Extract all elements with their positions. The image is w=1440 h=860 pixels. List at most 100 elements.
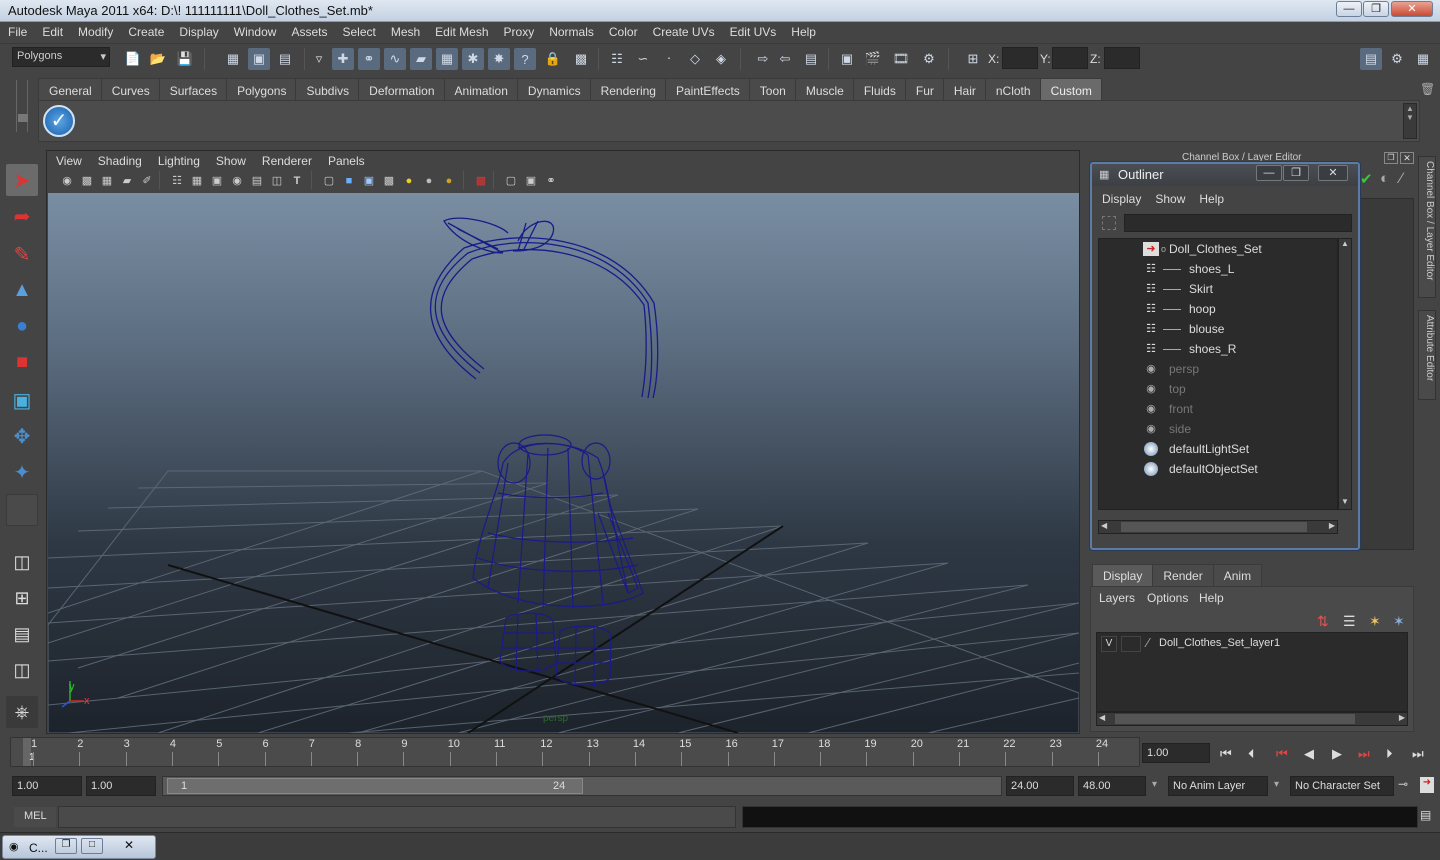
checkmark-tool-icon[interactable]: ✓ — [43, 105, 75, 137]
outliner-menu-display[interactable]: Display — [1092, 188, 1145, 206]
menu-select[interactable]: Select — [334, 22, 382, 39]
filter-options-icon[interactable] — [1102, 216, 1116, 230]
wireframe-shading-icon[interactable]: ▢ — [321, 173, 337, 189]
construction-history-icon[interactable]: ▤ — [800, 48, 822, 70]
manipulator-tool-icon[interactable]: ▣ — [6, 384, 38, 416]
select-surfaces-icon[interactable]: ▰ — [410, 48, 432, 70]
menu-create[interactable]: Create — [120, 22, 171, 39]
outliner-item[interactable]: ☷ hoop — [1099, 299, 1339, 319]
menu-help[interactable]: Help — [783, 22, 823, 39]
viewport-menu-lighting[interactable]: Lighting — [149, 151, 207, 168]
outliner-item[interactable]: ☷ shoes_L — [1099, 259, 1339, 279]
new-layer-selected-icon[interactable]: ✶ — [1393, 613, 1405, 630]
render-view-icon[interactable]: ▣ — [836, 48, 858, 70]
select-object-icon[interactable]: ▣ — [248, 48, 270, 70]
character-set-dropdown[interactable]: No Character Set — [1290, 776, 1394, 796]
new-layer-icon[interactable]: ✶ — [1369, 613, 1381, 630]
maximize-button[interactable]: ❐ — [1363, 1, 1389, 17]
layer-visibility-toggle[interactable]: V — [1101, 636, 1117, 652]
go-to-start-icon[interactable]: ⏮ — [1220, 746, 1232, 762]
shelf-tab-surfaces[interactable]: Surfaces — [158, 78, 228, 100]
snap-grid-icon[interactable]: ☷ — [606, 48, 628, 70]
outliner-menu-help[interactable]: Help — [1189, 188, 1228, 206]
graph-layout-icon[interactable]: ◫ — [6, 654, 38, 686]
default-lighting-icon[interactable]: ● — [401, 173, 417, 189]
select-hierarchy-icon[interactable]: ▦ — [222, 48, 244, 70]
shelf-tab-dynamics[interactable]: Dynamics — [516, 78, 591, 100]
viewport-menu-panels[interactable]: Panels — [319, 151, 372, 168]
outliner-item[interactable]: ◉ side — [1099, 419, 1339, 439]
layer-menu-layers[interactable]: Layers — [1099, 591, 1135, 605]
viewport-menu-view[interactable]: View — [47, 151, 89, 168]
menu-create-uvs[interactable]: Create UVs — [645, 22, 722, 39]
hardware-texturing-icon[interactable]: ⚭ — [543, 173, 559, 189]
trash-icon[interactable]: 🗑 — [1420, 82, 1435, 96]
mask-dropdown-icon[interactable]: ▿ — [308, 48, 330, 70]
chevron-down-icon[interactable]: ▾ — [1152, 779, 1157, 790]
anim-layer-dropdown[interactable]: No Anim Layer — [1168, 776, 1268, 796]
scroll-left-icon[interactable]: ◀ — [1099, 713, 1105, 722]
scroll-thumb[interactable] — [1121, 522, 1307, 532]
safe-action-icon[interactable]: ◫ — [269, 173, 285, 189]
image-plane-icon[interactable]: ▰ — [119, 173, 135, 189]
2d-pan-zoom-icon[interactable]: ✐ — [139, 173, 155, 189]
bookmark-icon[interactable]: ▦ — [99, 173, 115, 189]
shelf-tab-general[interactable]: General — [38, 78, 102, 100]
scroll-right-icon[interactable]: ▶ — [1329, 521, 1335, 530]
paint-select-tool-icon[interactable]: ✎ — [6, 238, 38, 270]
select-tool-icon[interactable]: ➤ — [6, 164, 38, 196]
select-joints-icon[interactable]: ⚭ — [358, 48, 380, 70]
select-rendering-icon[interactable]: ✸ — [488, 48, 510, 70]
outliner-layout-icon[interactable]: ▤ — [6, 618, 38, 650]
shelf-tab-subdivs[interactable]: Subdivs — [295, 78, 360, 100]
wireframe-on-shaded-icon[interactable]: ▣ — [361, 173, 377, 189]
rotate-tool-icon[interactable]: ● — [6, 310, 38, 342]
field-chart-icon[interactable]: ▤ — [249, 173, 265, 189]
playback-end-field[interactable]: 24.00 — [1006, 776, 1074, 796]
gate-mask-icon[interactable]: ◉ — [229, 173, 245, 189]
menu-window[interactable]: Window — [226, 22, 284, 39]
toggle-channel-box-icon[interactable]: ▦ — [1412, 48, 1434, 70]
channel-key-icon[interactable]: ✔ — [1360, 170, 1373, 188]
outliner-maximize-button[interactable]: ❐ — [1283, 165, 1309, 181]
outliner-item[interactable]: ☷ Skirt — [1099, 279, 1339, 299]
open-scene-icon[interactable]: 📂 — [147, 48, 169, 70]
command-input[interactable] — [58, 806, 736, 828]
shelf-tab-hair[interactable]: Hair — [942, 78, 986, 100]
side-tab-attribute-editor[interactable]: Attribute Editor — [1418, 310, 1436, 400]
menu-set-dropdown[interactable]: Polygons ▾ — [12, 47, 110, 67]
outliner-horizontal-scrollbar[interactable]: ◀ ▶ — [1098, 520, 1338, 534]
select-camera-icon[interactable]: ◉ — [59, 173, 75, 189]
lock-selection-icon[interactable]: 🔒 — [542, 48, 564, 70]
xray-icon[interactable]: ▢ — [503, 173, 519, 189]
range-slider[interactable]: 1 24 — [162, 776, 1002, 796]
time-slider[interactable]: 1 1 2 3 4 5 6 7 8 9 10 11 12 13 14 15 16 17 18 19 20 21 22 23 2… — [10, 737, 1140, 767]
play-forwards-icon[interactable]: ▶ — [1332, 746, 1342, 762]
show-manipulator-icon[interactable]: ✦ — [6, 456, 38, 488]
shelf-tab-animation[interactable]: Animation — [443, 78, 518, 100]
make-live-icon[interactable]: ◈ — [710, 48, 732, 70]
highlight-selection-icon[interactable]: ▩ — [570, 48, 592, 70]
snap-curve-icon[interactable]: ∽ — [632, 48, 654, 70]
layer-color-icon[interactable]: ∕ — [1147, 635, 1149, 650]
layer-menu-help[interactable]: Help — [1199, 591, 1224, 605]
scroll-right-icon[interactable]: ▶ — [1399, 713, 1405, 722]
film-gate-icon[interactable]: ▦ — [189, 173, 205, 189]
menu-normals[interactable]: Normals — [541, 22, 601, 39]
shelf-tab-muscle[interactable]: Muscle — [794, 78, 854, 100]
shelf-menu-icon[interactable] — [18, 114, 28, 122]
scroll-left-icon[interactable]: ◀ — [1101, 521, 1107, 530]
panel-float-icon[interactable]: ❐ — [1384, 152, 1398, 164]
shelf-tab-polygons[interactable]: Polygons — [226, 78, 297, 100]
outliner-vertical-scrollbar[interactable]: ▲ ▼ — [1338, 238, 1352, 510]
menu-file[interactable]: File — [0, 22, 34, 39]
layer-tab-anim[interactable]: Anim — [1212, 564, 1263, 587]
close-button[interactable]: ✕ — [1391, 1, 1433, 17]
menu-color[interactable]: Color — [601, 22, 645, 39]
channel-slider-icon[interactable]: ∕ — [1400, 170, 1403, 187]
layer-horizontal-scrollbar[interactable]: ◀ ▶ — [1096, 712, 1408, 726]
menu-mesh[interactable]: Mesh — [383, 22, 427, 39]
outliner-item[interactable]: defaultLightSet — [1099, 439, 1339, 459]
transform-mode-icon[interactable]: ⊞ — [962, 48, 984, 70]
viewport-menu-show[interactable]: Show — [207, 151, 253, 168]
